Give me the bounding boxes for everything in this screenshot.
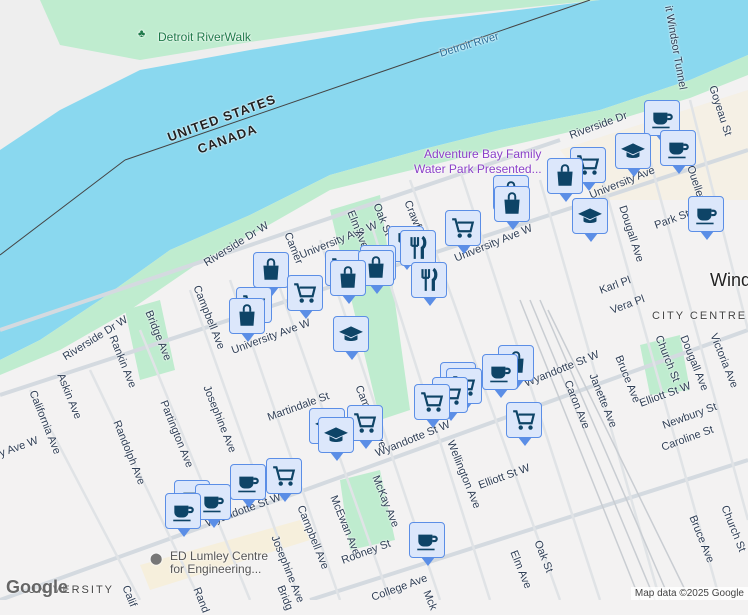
map-attribution[interactable]: Map data ©2025 Google bbox=[630, 587, 748, 600]
map-marker[interactable] bbox=[615, 133, 651, 177]
map-marker[interactable] bbox=[253, 252, 289, 296]
graduation-cap-icon bbox=[323, 422, 349, 448]
map-marker[interactable] bbox=[688, 196, 724, 240]
map-marker[interactable] bbox=[165, 493, 201, 537]
map-marker[interactable] bbox=[333, 316, 369, 360]
map-marker[interactable] bbox=[229, 298, 265, 342]
map-marker[interactable] bbox=[482, 354, 518, 398]
google-logo: Google bbox=[6, 577, 68, 597]
map-marker[interactable] bbox=[287, 275, 323, 319]
adventure-bay-label[interactable]: Adventure Bay Family bbox=[424, 147, 541, 161]
map-marker[interactable] bbox=[547, 158, 583, 202]
city-label: Wind bbox=[710, 270, 748, 290]
graduation-cap-icon bbox=[577, 203, 603, 229]
map-marker[interactable] bbox=[318, 417, 354, 461]
shopping-bag-icon bbox=[335, 265, 361, 291]
poi-label[interactable]: for Engineering... bbox=[170, 562, 261, 576]
neighborhood-label: CITY CENTRE bbox=[652, 310, 748, 322]
map-marker[interactable] bbox=[230, 464, 266, 508]
shopping-bag-icon bbox=[234, 303, 260, 329]
shopping-cart-icon bbox=[511, 407, 537, 433]
graduation-cap-icon bbox=[338, 321, 364, 347]
map-marker[interactable] bbox=[411, 262, 447, 306]
poi-label[interactable]: ED Lumley Centre bbox=[170, 549, 268, 563]
graduation-cap-icon: ⬤ bbox=[150, 553, 163, 565]
shopping-cart-icon bbox=[352, 410, 378, 436]
shopping-bag-icon bbox=[499, 191, 525, 217]
map-marker[interactable] bbox=[445, 210, 481, 254]
shopping-bag-icon bbox=[363, 255, 389, 281]
map-marker[interactable] bbox=[330, 260, 366, 304]
riverwalk-label[interactable]: Detroit RiverWalk bbox=[158, 30, 251, 44]
coffee-cup-icon bbox=[170, 498, 196, 524]
coffee-cup-icon bbox=[200, 489, 226, 515]
map-marker[interactable] bbox=[400, 230, 436, 274]
graduation-cap-icon bbox=[620, 138, 646, 164]
shopping-cart-icon bbox=[271, 463, 297, 489]
map-marker[interactable] bbox=[506, 402, 542, 446]
map-marker[interactable] bbox=[266, 458, 302, 502]
restaurant-icon bbox=[405, 235, 431, 261]
coffee-cup-icon bbox=[487, 359, 513, 385]
shopping-cart-icon bbox=[292, 280, 318, 306]
adventure-bay-label-2[interactable]: Water Park Presented... bbox=[414, 162, 542, 176]
restaurant-icon bbox=[416, 267, 442, 293]
coffee-cup-icon bbox=[665, 135, 691, 161]
shopping-cart-icon bbox=[419, 389, 445, 415]
shopping-bag-icon bbox=[552, 163, 578, 189]
coffee-cup-icon bbox=[414, 527, 440, 553]
map-marker[interactable] bbox=[409, 522, 445, 566]
coffee-cup-icon bbox=[235, 469, 261, 495]
map-marker[interactable] bbox=[414, 384, 450, 428]
coffee-cup-icon bbox=[649, 105, 675, 131]
shopping-bag-icon bbox=[258, 257, 284, 283]
map-marker[interactable] bbox=[572, 198, 608, 242]
park-icon: ♣ bbox=[138, 28, 146, 40]
map-marker[interactable] bbox=[494, 186, 530, 230]
map-marker[interactable] bbox=[660, 130, 696, 174]
coffee-cup-icon bbox=[693, 201, 719, 227]
shopping-cart-icon bbox=[450, 215, 476, 241]
